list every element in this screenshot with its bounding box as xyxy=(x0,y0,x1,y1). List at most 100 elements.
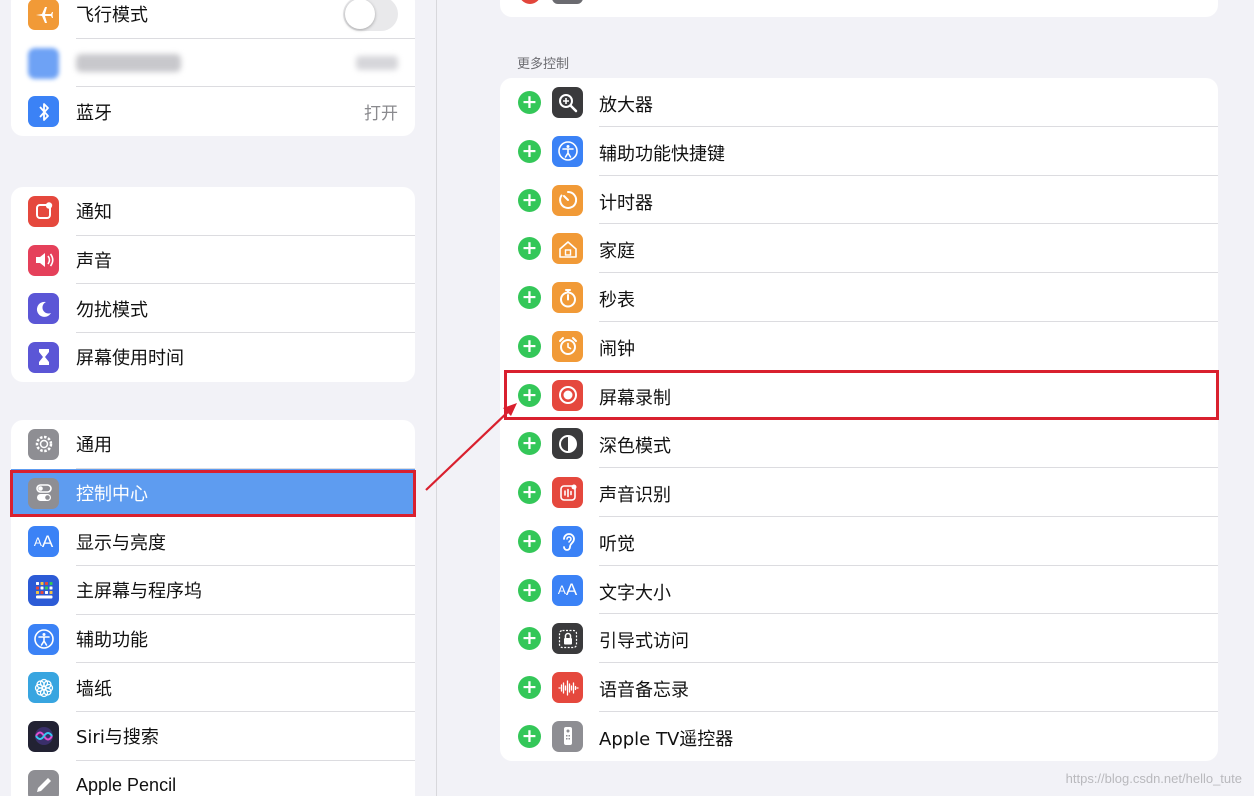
ear-icon xyxy=(552,525,583,557)
add-control-button[interactable]: + xyxy=(518,188,541,212)
sidebar-item-airplane-mode[interactable]: 飞行模式 xyxy=(11,0,415,39)
control-label: 文字大小 xyxy=(599,582,671,604)
blurred-network-name xyxy=(76,54,181,73)
sidebar-item-accessibility[interactable]: 辅助功能 xyxy=(11,615,415,664)
control-row-screen-recording[interactable]: + 屏幕录制 xyxy=(500,371,1218,420)
add-control-button[interactable]: + xyxy=(518,334,541,358)
general-group: 通用 控制中心 AA 显示与亮度 主屏幕与程序坞 辅助功能 墙纸 Siri与搜索… xyxy=(11,420,415,796)
sidebar-item-label: 主屏幕与程序坞 xyxy=(76,581,202,603)
sidebar-item-label: 蓝牙 xyxy=(76,102,112,124)
switches-icon xyxy=(28,477,59,509)
notifications-group: 通知 声音 勿扰模式 屏幕使用时间 xyxy=(11,187,415,382)
control-row-home[interactable]: + 家庭 xyxy=(500,224,1218,273)
sidebar-item-label: 声音 xyxy=(76,251,112,273)
pencil-icon xyxy=(28,769,59,796)
sound-recognition-icon xyxy=(552,477,583,508)
sidebar-item-notifications[interactable]: 通知 xyxy=(11,187,415,236)
control-row-voice-memos[interactable]: + 语音备忘录 xyxy=(500,663,1218,712)
hourglass-icon xyxy=(28,341,59,373)
siri-icon xyxy=(28,720,59,752)
add-control-button[interactable]: + xyxy=(518,676,541,699)
magnifier-icon xyxy=(552,87,583,118)
sidebar-item-sounds[interactable]: 声音 xyxy=(11,236,415,285)
sidebar-item-bluetooth[interactable]: 蓝牙 打开 xyxy=(11,87,415,136)
dark-mode-icon xyxy=(552,428,583,460)
sidebar-item-wallpaper[interactable]: 墙纸 xyxy=(11,663,415,713)
sidebar-item-general[interactable]: 通用 xyxy=(11,420,415,469)
control-label: 屏幕录制 xyxy=(599,387,671,409)
home-icon xyxy=(552,233,583,265)
text-size-icon: AA xyxy=(28,526,59,558)
sidebar-item-wifi[interactable] xyxy=(11,39,415,88)
control-icon xyxy=(552,0,583,4)
control-row-timer[interactable]: + 计时器 xyxy=(500,176,1218,225)
text-size-icon: AA xyxy=(552,574,583,606)
accessibility-icon xyxy=(28,623,59,655)
timer-icon xyxy=(552,184,583,216)
airplane-icon xyxy=(28,0,59,30)
lock-icon xyxy=(552,623,583,655)
add-control-button[interactable]: + xyxy=(518,724,541,748)
remove-control-button[interactable] xyxy=(519,0,541,4)
control-label: 放大器 xyxy=(599,95,653,116)
control-label: 闹钟 xyxy=(599,338,635,360)
control-row-alarm[interactable]: + 闹钟 xyxy=(500,322,1218,371)
sidebar-item-control-center[interactable]: 控制中心 xyxy=(11,468,415,518)
control-row-hearing[interactable]: + 听觉 xyxy=(500,517,1218,566)
notification-icon xyxy=(28,195,59,227)
control-row-magnifier[interactable]: + 放大器 xyxy=(500,78,1218,127)
add-control-button[interactable]: + xyxy=(518,286,541,309)
add-control-button[interactable]: + xyxy=(518,481,541,504)
control-row-dark-mode[interactable]: + 深色模式 xyxy=(500,419,1218,468)
airplane-mode-toggle[interactable] xyxy=(343,0,398,32)
sidebar-item-siri-search[interactable]: Siri与搜索 xyxy=(11,712,415,761)
control-label: 家庭 xyxy=(599,241,635,263)
sidebar-item-label: 屏幕使用时间 xyxy=(76,348,184,370)
sidebar-item-label: 显示与亮度 xyxy=(76,532,166,554)
stopwatch-icon xyxy=(552,282,583,313)
control-label: 计时器 xyxy=(599,192,653,214)
control-label: 深色模式 xyxy=(599,436,671,458)
flower-icon xyxy=(28,672,59,704)
control-label: 听觉 xyxy=(599,533,635,555)
sidebar-item-label: 通知 xyxy=(76,202,112,224)
add-control-button[interactable]: + xyxy=(518,578,541,602)
sidebar-item-label: 控制中心 xyxy=(76,484,148,506)
add-control-button[interactable]: + xyxy=(518,432,541,456)
control-row-text-size[interactable]: + AA 文字大小 xyxy=(500,566,1218,615)
control-label: Apple TV遥控器 xyxy=(599,728,734,750)
add-control-button[interactable]: + xyxy=(518,627,541,651)
control-row-guided-access[interactable]: + 引导式访问 xyxy=(500,614,1218,663)
sidebar-item-label: Siri与搜索 xyxy=(76,727,159,749)
control-row-apple-tv-remote[interactable]: + Apple TV遥控器 xyxy=(500,712,1218,761)
home-grid-icon xyxy=(28,574,59,606)
more-controls-list: + 放大器 + 辅助功能快捷键 + 计时器 + 家庭 + 秒表 + 闹钟 + 屏… xyxy=(500,78,1218,761)
sidebar-item-home-screen-dock[interactable]: 主屏幕与程序坞 xyxy=(11,566,415,615)
control-label: 语音备忘录 xyxy=(599,680,689,701)
sidebar-item-display-brightness[interactable]: AA 显示与亮度 xyxy=(11,517,415,567)
sidebar-item-screen-time[interactable]: 屏幕使用时间 xyxy=(11,333,415,382)
add-control-button[interactable]: + xyxy=(518,139,541,163)
gear-icon xyxy=(28,428,59,460)
control-row-stopwatch[interactable]: + 秒表 xyxy=(500,273,1218,322)
record-icon xyxy=(552,379,583,411)
add-control-button[interactable]: + xyxy=(518,91,541,114)
sidebar-item-label: 墙纸 xyxy=(76,678,112,700)
settings-sidebar: 飞行模式 蓝牙 打开 通知 声音 勿扰模式 屏幕使用时间 通用 控制中心 A A… xyxy=(0,0,437,796)
sidebar-item-do-not-disturb[interactable]: 勿扰模式 xyxy=(11,284,415,334)
sidebar-item-label: 通用 xyxy=(76,435,112,457)
wifi-icon xyxy=(28,47,59,79)
waveform-icon xyxy=(552,672,583,703)
sidebar-item-label: 勿扰模式 xyxy=(76,299,148,321)
control-label: 辅助功能快捷键 xyxy=(599,143,725,165)
accessibility-icon xyxy=(552,135,583,167)
control-row-accessibility-shortcut[interactable]: + 辅助功能快捷键 xyxy=(500,127,1218,176)
add-control-button[interactable]: + xyxy=(518,237,541,261)
control-row-sound-recognition[interactable]: + 声音识别 xyxy=(500,468,1218,517)
sidebar-item-apple-pencil[interactable]: Apple Pencil xyxy=(11,761,415,796)
bluetooth-icon xyxy=(28,96,59,128)
add-control-button[interactable]: + xyxy=(518,383,541,407)
sidebar-item-label: Apple Pencil xyxy=(76,774,177,795)
sidebar-item-label: 飞行模式 xyxy=(76,5,148,27)
add-control-button[interactable]: + xyxy=(518,529,541,553)
